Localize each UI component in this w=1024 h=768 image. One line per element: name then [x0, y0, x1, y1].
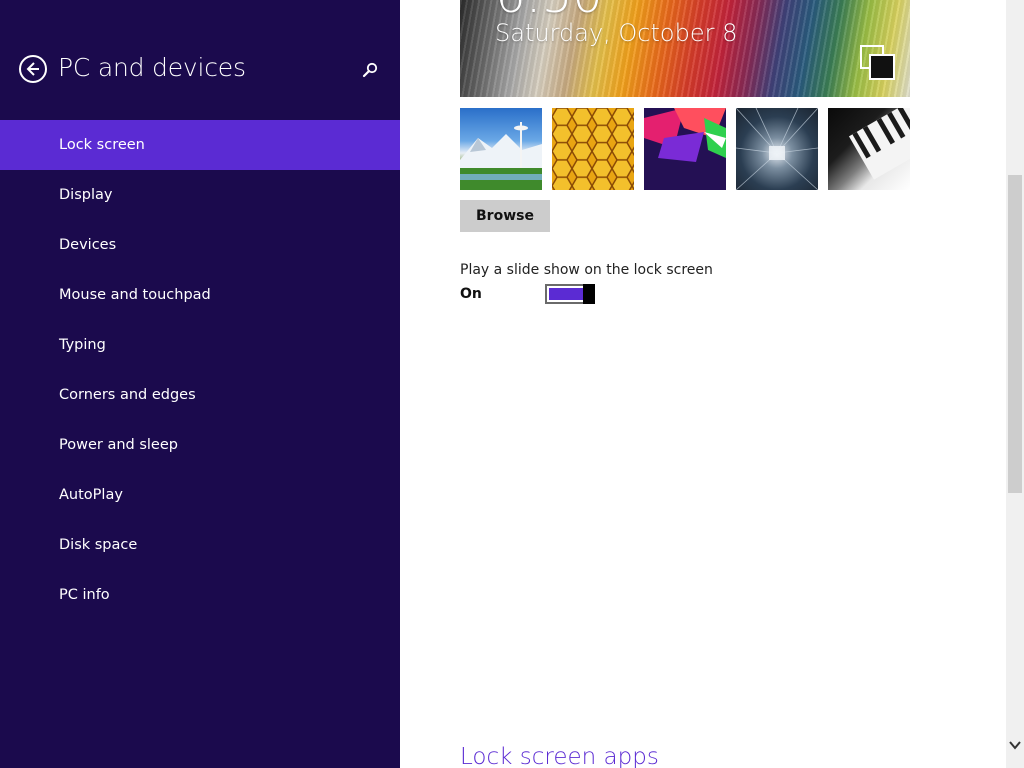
sidebar-item-label: Power and sleep: [59, 437, 178, 453]
geometric-thumbnail[interactable]: [644, 108, 726, 190]
search-icon[interactable]: [362, 62, 378, 78]
main-content: 6:50 Saturday, October 8: [400, 0, 1006, 768]
piano-keys-thumbnail[interactable]: [828, 108, 910, 190]
slideshow-toggle-state: On: [460, 286, 482, 302]
sidebar-item-autoplay[interactable]: AutoPlay: [0, 470, 400, 520]
sidebar-item-mouse-and-touchpad[interactable]: Mouse and touchpad: [0, 270, 400, 320]
sidebar-item-label: Display: [59, 187, 113, 203]
sidebar-item-label: Disk space: [59, 537, 138, 553]
slideshow-toggle[interactable]: [545, 284, 595, 304]
sidebar-item-lock-screen[interactable]: Lock screen: [0, 120, 400, 170]
vertical-scrollbar[interactable]: [1006, 0, 1024, 768]
back-arrow-icon: [26, 62, 39, 76]
nav-list: Lock screen Display Devices Mouse and to…: [0, 120, 400, 620]
sidebar-item-label: PC info: [59, 587, 110, 603]
preview-date: Saturday, October 8: [495, 19, 738, 47]
lock-screen-preview: 6:50 Saturday, October 8: [460, 0, 910, 97]
sidebar-item-disk-space[interactable]: Disk space: [0, 520, 400, 570]
sidebar-item-label: AutoPlay: [59, 487, 123, 503]
back-button[interactable]: [19, 55, 47, 83]
sidebar-item-pc-info[interactable]: PC info: [0, 570, 400, 620]
sidebar-item-label: Lock screen: [59, 137, 145, 153]
sidebar-item-typing[interactable]: Typing: [0, 320, 400, 370]
sidebar-item-label: Typing: [59, 337, 106, 353]
lock-screen-thumbnails: [460, 108, 910, 190]
sidebar-item-display[interactable]: Display: [0, 170, 400, 220]
page-title: PC and devices: [58, 53, 246, 82]
honeycomb-thumbnail[interactable]: [552, 108, 634, 190]
notification-icon: [860, 45, 895, 80]
sidebar-item-label: Devices: [59, 237, 117, 253]
browse-button[interactable]: Browse: [460, 200, 550, 232]
sidebar-item-corners-and-edges[interactable]: Corners and edges: [0, 370, 400, 420]
tunnel-thumbnail[interactable]: [736, 108, 818, 190]
toggle-fill: [549, 288, 583, 300]
chevron-down-icon[interactable]: [1009, 738, 1021, 752]
pc-settings-window: PC and devices Lock screen Display Devic…: [0, 0, 1024, 768]
scroll-thumb[interactable]: [1008, 175, 1022, 493]
sidebar: PC and devices Lock screen Display Devic…: [0, 0, 400, 768]
sidebar-item-devices[interactable]: Devices: [0, 220, 400, 270]
sidebar-item-label: Corners and edges: [59, 387, 196, 403]
sidebar-item-label: Mouse and touchpad: [59, 287, 211, 303]
sidebar-item-power-and-sleep[interactable]: Power and sleep: [0, 420, 400, 470]
lock-screen-apps-heading: Lock screen apps: [460, 744, 659, 768]
slideshow-label: Play a slide show on the lock screen: [460, 262, 713, 278]
toggle-thumb[interactable]: [583, 284, 595, 304]
space-needle-thumbnail[interactable]: [460, 108, 542, 190]
